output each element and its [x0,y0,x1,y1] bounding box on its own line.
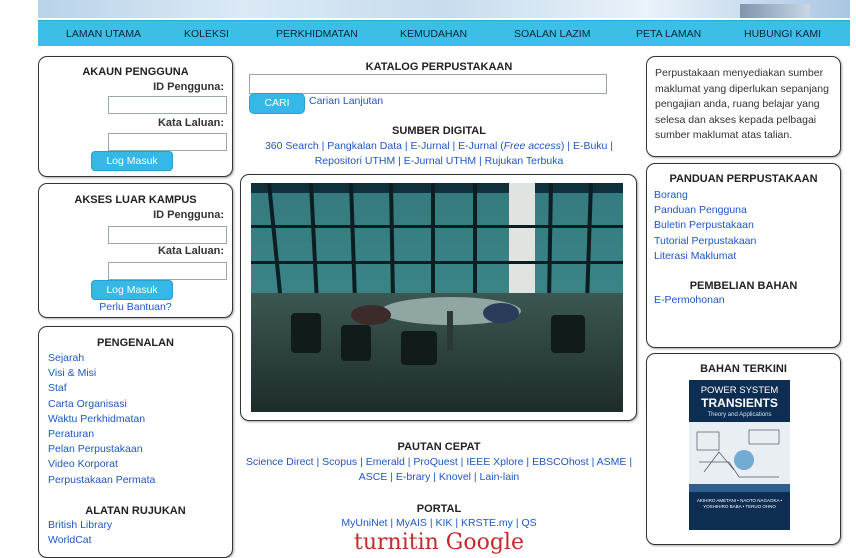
kata-laluan-input[interactable] [108,133,227,151]
link-borang[interactable]: Borang [654,188,756,203]
sumber-links[interactable]: 360 Search | Pangkalan Data | E-Jurnal |… [240,139,638,169]
link-panduan-pengguna[interactable]: Panduan Pengguna [654,203,756,218]
nav-peta-laman[interactable]: PETA LAMAN [636,28,701,40]
akses-id-label: ID Pengguna: [153,209,224,221]
log-masuk-button[interactable]: Log Masuk [91,151,173,171]
id-pengguna-input[interactable] [108,96,227,114]
link-carta-organisasi[interactable]: Carta Organisasi [48,397,155,412]
akses-luar-kampus-box: AKSES LUAR KAMPUS ID Pengguna: Kata Lalu… [38,183,233,318]
link-literasi[interactable]: Literasi Maklumat [654,249,756,264]
book-title-1: POWER SYSTEM [700,385,779,396]
link-sejarah[interactable]: Sejarah [48,351,155,366]
link-video-korporat[interactable]: Video Korporat [48,457,155,472]
link-waktu-perkhidmatan[interactable]: Waktu Perkhidmatan [48,412,155,427]
banner-graphic [740,4,810,18]
intro-box: Perpustakaan menyediakan sumber maklumat… [646,56,841,157]
link-perpustakaan-permata[interactable]: Perpustakaan Permata [48,473,155,488]
akaun-pengguna-box: AKAUN PENGGUNA ID Pengguna: Kata Laluan:… [38,56,233,177]
pembelian-title: PEMBELIAN BAHAN [689,280,798,292]
library-photo [251,183,623,412]
portal-title: PORTAL [416,503,462,515]
perlu-bantuan-link[interactable]: Perlu Bantuan? [39,300,232,315]
link-e-permohonan[interactable]: E-Permohonan [654,293,725,308]
akses-pw-label: Kata Laluan: [157,245,224,257]
sumber-free-access[interactable]: Free access [504,140,561,152]
bahan-title: BAHAN TERKINI [700,363,787,375]
sumber-title: SUMBER DIGITAL [392,125,486,137]
nav-laman-utama[interactable]: LAMAN UTAMA [66,28,141,40]
main-nav: LAMAN UTAMA KOLEKSI PERKHIDMATAN KEMUDAH… [38,20,850,46]
link-staf[interactable]: Staf [48,381,155,396]
panduan-box: PANDUAN PERPUSTAKAAN Borang Panduan Peng… [646,163,841,348]
alatan-list: British Library WorldCat [48,518,112,548]
link-peraturan[interactable]: Peraturan [48,427,155,442]
panduan-title: PANDUAN PERPUSTAKAAN [669,173,818,185]
sumber-line1b[interactable]: ) | E-Buku | [561,140,613,152]
akses-pw-input[interactable] [108,262,227,280]
portal-logos[interactable]: turnitin Google [240,530,638,555]
pautan-links[interactable]: Science Direct | Scopus | Emerald | ProQ… [240,455,638,485]
portal-links[interactable]: MyUniNet | MyAIS | KIK | KRSTE.my | QS [240,517,638,529]
link-worldcat[interactable]: WorldCat [48,533,112,548]
akses-title: AKSES LUAR KAMPUS [74,194,197,206]
pembelian-list: E-Permohonan [654,293,725,308]
akses-id-input[interactable] [108,226,227,244]
pautan-title: PAUTAN CEPAT [397,441,481,453]
carian-lanjutan-link[interactable]: Carian Lanjutan [309,94,383,109]
link-visi-misi[interactable]: Visi & Misi [48,366,155,381]
link-british-library[interactable]: British Library [48,518,112,533]
nav-soalan-lazim[interactable]: SOALAN LAZIM [514,28,590,40]
katalog-search-input[interactable] [249,74,607,94]
nav-koleksi[interactable]: KOLEKSI [184,28,229,40]
book-cover[interactable]: POWER SYSTEM TRANSIENTS Theory and Appli… [689,380,790,530]
book-title-2: TRANSIENTS [701,396,778,410]
bahan-terkini-box: BAHAN TERKINI POWER SYSTEM TRANSIENTS Th… [646,353,841,545]
katalog-title: KATALOG PERPUSTAKAAN [365,61,513,73]
header-banner [38,0,850,18]
link-buletin[interactable]: Buletin Perpustakaan [654,218,756,233]
link-tutorial[interactable]: Tutorial Perpustakaan [654,234,756,249]
pengenalan-title: PENGENALAN [96,337,174,349]
panduan-list: Borang Panduan Pengguna Buletin Perpusta… [654,188,756,264]
id-label: ID Pengguna: [153,81,224,93]
cari-button[interactable]: CARI [249,93,305,114]
pengenalan-box: PENGENALAN Sejarah Visi & Misi Staf Cart… [38,326,233,558]
akaun-title: AKAUN PENGGUNA [82,66,189,78]
alatan-title: ALATAN RUJUKAN [85,505,186,517]
nav-kemudahan[interactable]: KEMUDAHAN [400,28,467,40]
nav-hubungi-kami[interactable]: HUBUNGI KAMI [744,28,821,40]
link-pelan-perpustakaan[interactable]: Pelan Perpustakaan [48,442,155,457]
akses-log-masuk-button[interactable]: Log Masuk [91,280,173,300]
sumber-line2[interactable]: Repositori UTHM | E-Jurnal UTHM | Rujuka… [315,155,564,167]
pautan-line2[interactable]: ASCE | E-brary | Knovel | Lain-lain [359,471,520,483]
photo-box [240,174,637,421]
book-authors: AKIHIRO AMETANI • NAOTO NAGAOKA • YOSHIH… [696,498,783,509]
intro-text: Perpustakaan menyediakan sumber maklumat… [655,67,829,141]
pw-label: Kata Laluan: [157,117,224,129]
book-art [689,422,790,492]
book-subtitle: Theory and Applications [707,412,772,418]
nav-perkhidmatan[interactable]: PERKHIDMATAN [276,28,358,40]
pautan-line1[interactable]: Science Direct | Scopus | Emerald | ProQ… [246,456,632,468]
sumber-line1a[interactable]: 360 Search | Pangkalan Data | E-Jurnal |… [265,140,504,152]
pengenalan-list: Sejarah Visi & Misi Staf Carta Organisas… [48,351,155,488]
